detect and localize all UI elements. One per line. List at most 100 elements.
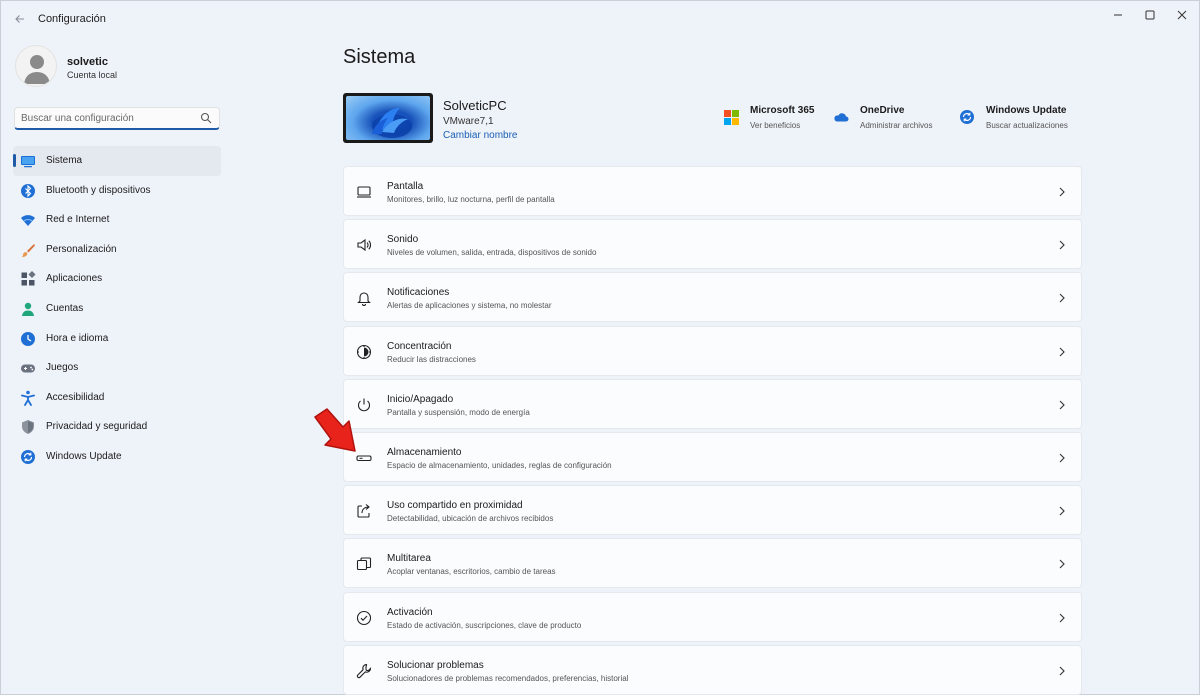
setting-activacion[interactable]: Activación Estado de activación, suscrip… bbox=[343, 591, 1082, 642]
setting-title: Almacenamiento bbox=[387, 446, 462, 458]
arrow-left-icon bbox=[15, 15, 24, 23]
speaker-icon bbox=[356, 237, 372, 253]
chevron-right-icon bbox=[1057, 452, 1067, 464]
quicklink-subtitle: Administrar archivos bbox=[860, 121, 933, 130]
device-thumbnail bbox=[343, 93, 433, 143]
sidebar-item-personalizacion[interactable]: Personalización bbox=[13, 235, 221, 265]
chevron-right-icon bbox=[1057, 558, 1067, 570]
sidebar-item-label: Red e Internet bbox=[46, 214, 110, 226]
setting-inicio-apagado[interactable]: Inicio/Apagado Pantalla y suspensión, mo… bbox=[343, 378, 1082, 429]
chevron-right-icon bbox=[1057, 665, 1067, 677]
setting-sonido[interactable]: Sonido Niveles de volumen, salida, entra… bbox=[343, 219, 1082, 270]
person-icon bbox=[20, 301, 36, 317]
person-silhouette-icon bbox=[24, 55, 50, 84]
sidebar-item-label: Personalización bbox=[46, 243, 117, 255]
sidebar-item-hora[interactable]: Hora e idioma bbox=[13, 324, 221, 354]
setting-subtitle: Estado de activación, suscripciones, cla… bbox=[387, 620, 582, 630]
setting-uso-compartido[interactable]: Uso compartido en proximidad Detectabili… bbox=[343, 485, 1082, 536]
search-input[interactable] bbox=[21, 111, 196, 126]
setting-title: Solucionar problemas bbox=[387, 659, 484, 671]
setting-title: Notificaciones bbox=[387, 287, 450, 299]
focus-icon bbox=[356, 344, 372, 360]
windows-update-icon bbox=[20, 449, 36, 465]
globe-clock-icon bbox=[20, 331, 36, 347]
sidebar-item-windows-update[interactable]: Windows Update bbox=[13, 442, 221, 472]
sidebar-item-label: Hora e idioma bbox=[46, 332, 109, 344]
sidebar-item-label: Windows Update bbox=[46, 450, 122, 462]
setting-title: Uso compartido en proximidad bbox=[387, 500, 523, 512]
quicklink-title: OneDrive bbox=[860, 105, 905, 116]
chevron-right-icon bbox=[1057, 239, 1067, 251]
back-button[interactable] bbox=[11, 10, 29, 28]
setting-almacenamiento[interactable]: Almacenamiento Espacio de almacenamiento… bbox=[343, 431, 1082, 482]
chevron-right-icon bbox=[1057, 612, 1067, 624]
user-name: solvetic bbox=[67, 56, 108, 68]
onedrive-cloud-icon bbox=[833, 109, 849, 125]
minimize-button[interactable] bbox=[1102, 5, 1134, 25]
wrench-icon bbox=[356, 663, 372, 679]
close-icon bbox=[1177, 10, 1187, 20]
gamepad-icon bbox=[20, 360, 36, 376]
setting-subtitle: Detectabilidad, ubicación de archivos re… bbox=[387, 514, 554, 524]
setting-title: Multitarea bbox=[387, 553, 431, 565]
wifi-icon bbox=[20, 212, 36, 228]
quicklink-title: Windows Update bbox=[986, 105, 1067, 116]
sidebar-item-privacidad[interactable]: Privacidad y seguridad bbox=[13, 412, 221, 442]
setting-subtitle: Alertas de aplicaciones y sistema, no mo… bbox=[387, 301, 552, 311]
setting-pantalla[interactable]: Pantalla Monitores, brillo, luz nocturna… bbox=[343, 166, 1082, 216]
sidebar-item-bluetooth[interactable]: Bluetooth y dispositivos bbox=[13, 176, 221, 206]
search-icon[interactable] bbox=[200, 112, 212, 124]
setting-solucionar-problemas[interactable]: Solucionar problemas Solucionadores de p… bbox=[343, 644, 1082, 695]
device-name: SolveticPC bbox=[443, 98, 507, 113]
setting-title: Activación bbox=[387, 606, 433, 618]
sidebar-item-aplicaciones[interactable]: Aplicaciones bbox=[13, 264, 221, 294]
app-title: Configuración bbox=[38, 13, 106, 25]
quicklink-subtitle: Buscar actualizaciones bbox=[986, 121, 1068, 130]
sidebar-item-red[interactable]: Red e Internet bbox=[13, 205, 221, 235]
setting-notificaciones[interactable]: Notificaciones Alertas de aplicaciones y… bbox=[343, 272, 1082, 323]
sidebar-item-cuentas[interactable]: Cuentas bbox=[13, 294, 221, 324]
settings-list: Pantalla Monitores, brillo, luz nocturna… bbox=[343, 166, 1082, 695]
setting-subtitle: Acoplar ventanas, escritorios, cambio de… bbox=[387, 567, 556, 577]
close-button[interactable] bbox=[1166, 5, 1198, 25]
sidebar-item-sistema[interactable]: Sistema bbox=[13, 146, 221, 176]
maximize-icon bbox=[1145, 10, 1155, 20]
sidebar-item-label: Bluetooth y dispositivos bbox=[46, 184, 151, 196]
microsoft-logo-icon bbox=[723, 109, 739, 125]
checkmark-circle-icon bbox=[356, 610, 372, 626]
setting-subtitle: Niveles de volumen, salida, entrada, dis… bbox=[387, 248, 597, 258]
windows-update-icon bbox=[959, 109, 975, 125]
minimize-icon bbox=[1114, 14, 1122, 16]
sidebar-item-juegos[interactable]: Juegos bbox=[13, 353, 221, 383]
multitask-icon bbox=[356, 556, 372, 572]
sidebar-item-label: Aplicaciones bbox=[46, 273, 103, 285]
chevron-right-icon bbox=[1057, 505, 1067, 517]
maximize-button[interactable] bbox=[1134, 5, 1166, 25]
setting-title: Sonido bbox=[387, 234, 419, 246]
display-icon bbox=[356, 184, 372, 200]
setting-multitarea[interactable]: Multitarea Acoplar ventanas, escritorios… bbox=[343, 538, 1082, 589]
sidebar-item-label: Sistema bbox=[46, 155, 83, 166]
search-box bbox=[14, 107, 220, 130]
bluetooth-icon bbox=[20, 183, 36, 199]
share-icon bbox=[356, 503, 372, 519]
annotation-arrow-icon bbox=[314, 408, 356, 452]
setting-title: Inicio/Apagado bbox=[387, 393, 454, 405]
setting-concentracion[interactable]: Concentración Reducir las distracciones bbox=[343, 325, 1082, 376]
rename-link[interactable]: Cambiar nombre bbox=[443, 130, 517, 141]
sidebar-item-label: Juegos bbox=[46, 362, 79, 374]
account-type: Cuenta local bbox=[67, 70, 118, 80]
shield-icon bbox=[20, 419, 36, 435]
quicklink-title: Microsoft 365 bbox=[750, 105, 815, 116]
avatar bbox=[15, 45, 57, 87]
chevron-right-icon bbox=[1057, 399, 1067, 411]
setting-subtitle: Pantalla y suspensión, modo de energía bbox=[387, 407, 530, 417]
title-bar: Configuración bbox=[1, 1, 1200, 37]
windows-bloom-wallpaper bbox=[372, 108, 412, 138]
accessibility-icon bbox=[20, 390, 36, 406]
sidebar-nav: Sistema Bluetooth y dispositivos Red e I… bbox=[13, 146, 221, 472]
setting-subtitle: Reducir las distracciones bbox=[387, 354, 476, 364]
bell-icon bbox=[356, 290, 372, 307]
brush-icon bbox=[20, 242, 36, 258]
sidebar-item-accesibilidad[interactable]: Accesibilidad bbox=[13, 383, 221, 413]
